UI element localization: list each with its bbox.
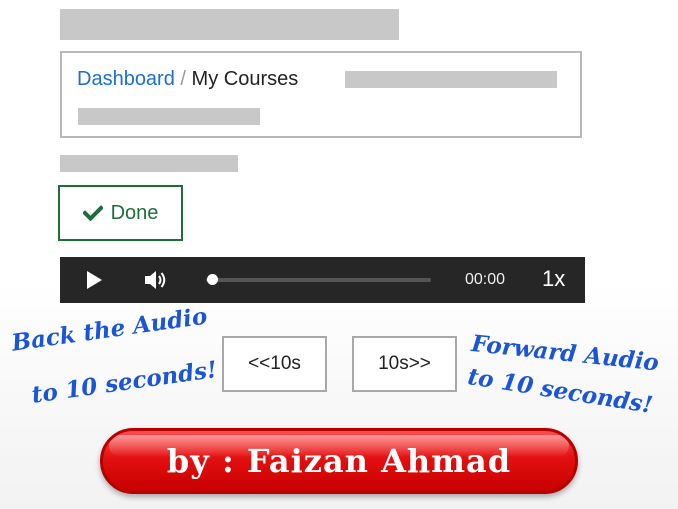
back-annotation-line1: Back the Audio xyxy=(10,302,209,357)
breadcrumb-separator: / xyxy=(180,68,186,90)
title-placeholder xyxy=(60,9,399,40)
seek-bar[interactable] xyxy=(206,278,431,282)
back-annotation-line2: to 10 seconds! xyxy=(30,356,219,409)
back-10s-button[interactable]: <<10s xyxy=(222,336,327,392)
play-icon[interactable] xyxy=(82,268,106,292)
breadcrumb-panel: Dashboard / My Courses xyxy=(60,51,582,138)
volume-icon[interactable] xyxy=(142,267,168,293)
audio-player: 00:00 1x xyxy=(60,257,585,303)
forward-10s-button[interactable]: 10s>> xyxy=(352,336,457,392)
breadcrumb: Dashboard / My Courses xyxy=(77,68,298,91)
playback-speed-button[interactable]: 1x xyxy=(542,266,565,292)
done-label: Done xyxy=(110,201,159,224)
breadcrumb-placeholder-2 xyxy=(78,108,260,125)
seek-handle[interactable] xyxy=(207,274,219,285)
breadcrumb-current: My Courses xyxy=(191,68,299,90)
section-placeholder xyxy=(60,155,238,172)
time-display: 00:00 xyxy=(465,271,506,288)
breadcrumb-dashboard-link[interactable]: Dashboard xyxy=(77,68,175,90)
author-credit: by : Faizan Ahmad xyxy=(166,442,512,480)
author-banner: by : Faizan Ahmad xyxy=(100,428,578,494)
check-icon xyxy=(82,205,103,221)
done-button[interactable]: Done xyxy=(58,185,183,241)
breadcrumb-placeholder-1 xyxy=(345,71,557,88)
